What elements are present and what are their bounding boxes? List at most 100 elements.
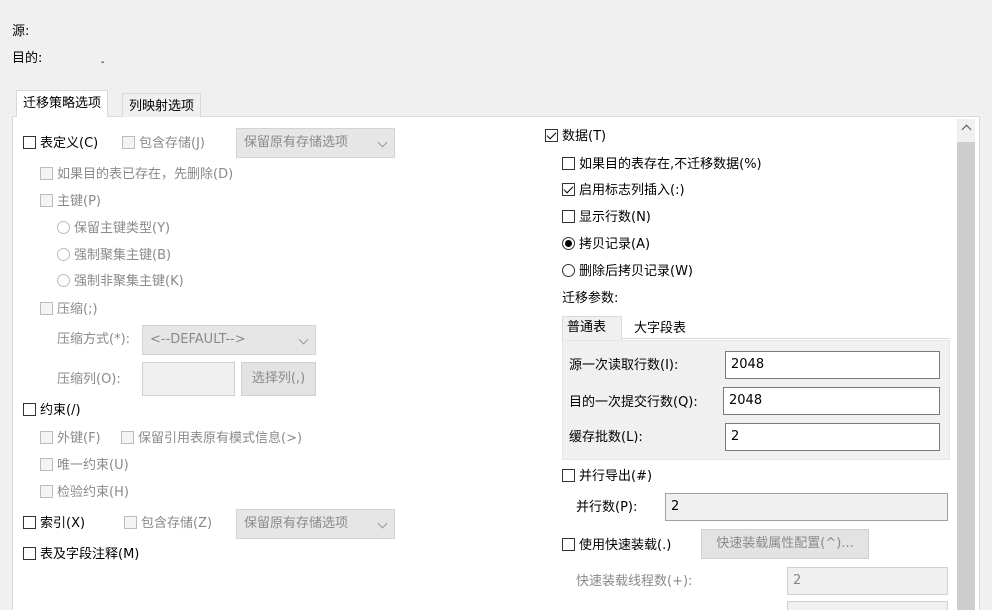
pk-force-clustered-radio[interactable]: 强制聚集主键(B)	[57, 247, 171, 265]
index-storage-select[interactable]: 保留原有存储选项	[236, 509, 395, 539]
skip-if-exists-checkbox[interactable]: 如果目的表存在,不迁移数据(%)	[562, 156, 762, 174]
checkbox-box	[40, 194, 53, 207]
compress-label: 压缩(;)	[57, 302, 98, 317]
pk-keep-type-radio[interactable]: 保留主键类型(Y)	[57, 220, 170, 238]
radio-circle	[57, 274, 70, 287]
tab-column-mapping[interactable]: 列映射选项	[122, 93, 202, 117]
skip-if-exists-label: 如果目的表存在,不迁移数据(%)	[579, 157, 762, 172]
index-checkbox[interactable]: 索引(X)	[23, 515, 85, 533]
parallel-export-checkbox[interactable]: 并行导出(#)	[562, 468, 652, 486]
check-constraint-label: 检验约束(H)	[57, 485, 129, 500]
checkbox-box	[40, 431, 53, 444]
include-storage-label: 包含存储(J)	[139, 136, 205, 151]
commit-rows-input[interactable]: 2048	[723, 387, 940, 415]
checkbox-box	[562, 157, 575, 170]
read-rows-input[interactable]: 2048	[725, 351, 940, 379]
index-label: 索引(X)	[40, 516, 86, 531]
checkbox-box	[562, 469, 575, 482]
checkbox-box	[40, 167, 53, 180]
compress-method-label: 压缩方式(*):	[57, 332, 131, 347]
checkbox-box	[124, 516, 137, 529]
checkbox-box	[122, 136, 135, 149]
primary-key-checkbox[interactable]: 主键(P)	[40, 193, 101, 211]
compress-cols-label: 压缩列(O):	[57, 372, 121, 387]
scrollbar-thumb[interactable]	[957, 142, 975, 610]
unique-constraint-checkbox[interactable]: 唯一约束(U)	[40, 457, 129, 475]
radio-circle	[57, 248, 70, 261]
parallel-count-input[interactable]: 2	[665, 493, 948, 521]
cache-batches-input[interactable]: 2	[725, 423, 940, 451]
checkbox-box	[23, 136, 36, 149]
constraints-checkbox[interactable]: 约束(/)	[23, 402, 81, 420]
show-rows-checkbox[interactable]: 显示行数(N)	[562, 209, 651, 227]
drop-if-exists-label: 如果目的表已存在，先删除(D)	[57, 167, 234, 182]
pk-keep-type-label: 保留主键类型(Y)	[74, 221, 171, 236]
constraints-label: 约束(/)	[40, 403, 81, 418]
compress-checkbox[interactable]: 压缩(;)	[40, 301, 98, 319]
keep-ref-schema-label: 保留引用表原有模式信息(>)	[138, 431, 303, 446]
comments-checkbox[interactable]: 表及字段注释(M)	[23, 546, 139, 564]
checkbox-box	[562, 538, 575, 551]
keep-ref-schema-checkbox[interactable]: 保留引用表原有模式信息(>)	[121, 430, 302, 448]
radio-circle	[562, 237, 575, 250]
next-input-partial[interactable]	[787, 601, 948, 610]
show-rows-label: 显示行数(N)	[579, 210, 651, 225]
target-value: -	[101, 57, 105, 68]
delete-then-copy-radio[interactable]: 删除后拷贝记录(W)	[562, 263, 693, 281]
checkbox-box	[545, 129, 558, 142]
pk-force-nonclustered-label: 强制非聚集主键(K)	[74, 274, 184, 289]
read-rows-label: 源一次读取行数(I):	[569, 358, 679, 373]
parallel-export-label: 并行导出(#)	[579, 469, 653, 484]
data-checkbox[interactable]: 数据(T)	[545, 128, 606, 146]
table-storage-select[interactable]: 保留原有存储选项	[236, 128, 395, 158]
commit-rows-label: 目的一次提交行数(Q):	[569, 395, 698, 410]
subtab-large-field-table[interactable]: 大字段表	[634, 318, 686, 340]
foreign-key-checkbox[interactable]: 外键(F)	[40, 430, 101, 448]
foreign-key-label: 外键(F)	[57, 431, 101, 446]
compress-method-value: <--DEFAULT-->	[150, 332, 246, 347]
fast-load-config-button[interactable]: 快速装载属性配置(^)...	[701, 529, 869, 559]
tab-migration-strategy[interactable]: 迁移策略选项	[16, 90, 109, 117]
fast-load-threads-input[interactable]: 2	[787, 567, 948, 595]
fast-load-label: 使用快速装载(.)	[579, 538, 672, 553]
cache-batches-label: 缓存批数(L):	[569, 430, 643, 445]
target-label: 目的:	[12, 51, 43, 66]
pk-force-nonclustered-radio[interactable]: 强制非聚集主键(K)	[57, 273, 184, 291]
identity-insert-label: 启用标志列插入(:)	[579, 183, 685, 198]
copy-records-radio[interactable]: 拷贝记录(A)	[562, 236, 650, 254]
chevron-down-icon	[298, 334, 309, 345]
radio-circle	[57, 221, 70, 234]
table-definition-label: 表定义(C)	[40, 136, 99, 151]
select-columns-button[interactable]: 选择列(,)	[241, 362, 316, 396]
index-storage-value: 保留原有存储选项	[244, 516, 349, 531]
source-label: 源:	[12, 24, 30, 39]
include-storage-checkbox[interactable]: 包含存储(J)	[122, 135, 205, 153]
unique-constraint-label: 唯一约束(U)	[57, 458, 129, 473]
identity-insert-checkbox[interactable]: 启用标志列插入(:)	[562, 182, 685, 200]
compress-cols-input[interactable]	[142, 362, 235, 396]
checkbox-box	[23, 403, 36, 416]
checkbox-box	[562, 210, 575, 223]
index-include-storage-label: 包含存储(Z)	[141, 516, 213, 531]
fast-load-threads-label: 快速装载线程数(+):	[576, 574, 693, 589]
checkbox-box	[40, 458, 53, 471]
fast-load-checkbox[interactable]: 使用快速装载(.)	[562, 537, 671, 555]
delete-then-copy-label: 删除后拷贝记录(W)	[579, 264, 693, 279]
checkbox-box	[23, 516, 36, 529]
comments-label: 表及字段注释(M)	[40, 547, 140, 562]
index-include-storage-checkbox[interactable]: 包含存储(Z)	[124, 515, 212, 533]
subtab-normal-table[interactable]: 普通表	[562, 316, 622, 340]
chevron-down-icon	[377, 137, 388, 148]
checkbox-box	[40, 485, 53, 498]
table-storage-value: 保留原有存储选项	[244, 135, 349, 150]
checkbox-box	[121, 431, 134, 444]
chevron-down-icon	[377, 518, 388, 529]
drop-if-exists-checkbox[interactable]: 如果目的表已存在，先删除(D)	[40, 166, 233, 184]
checkbox-box	[562, 183, 575, 196]
check-constraint-checkbox[interactable]: 检验约束(H)	[40, 484, 129, 502]
table-definition-checkbox[interactable]: 表定义(C)	[23, 135, 98, 153]
pk-force-clustered-label: 强制聚集主键(B)	[74, 248, 172, 263]
compress-method-select[interactable]: <--DEFAULT-->	[142, 325, 316, 355]
parallel-count-label: 并行数(P):	[576, 500, 638, 515]
copy-records-label: 拷贝记录(A)	[579, 237, 651, 252]
